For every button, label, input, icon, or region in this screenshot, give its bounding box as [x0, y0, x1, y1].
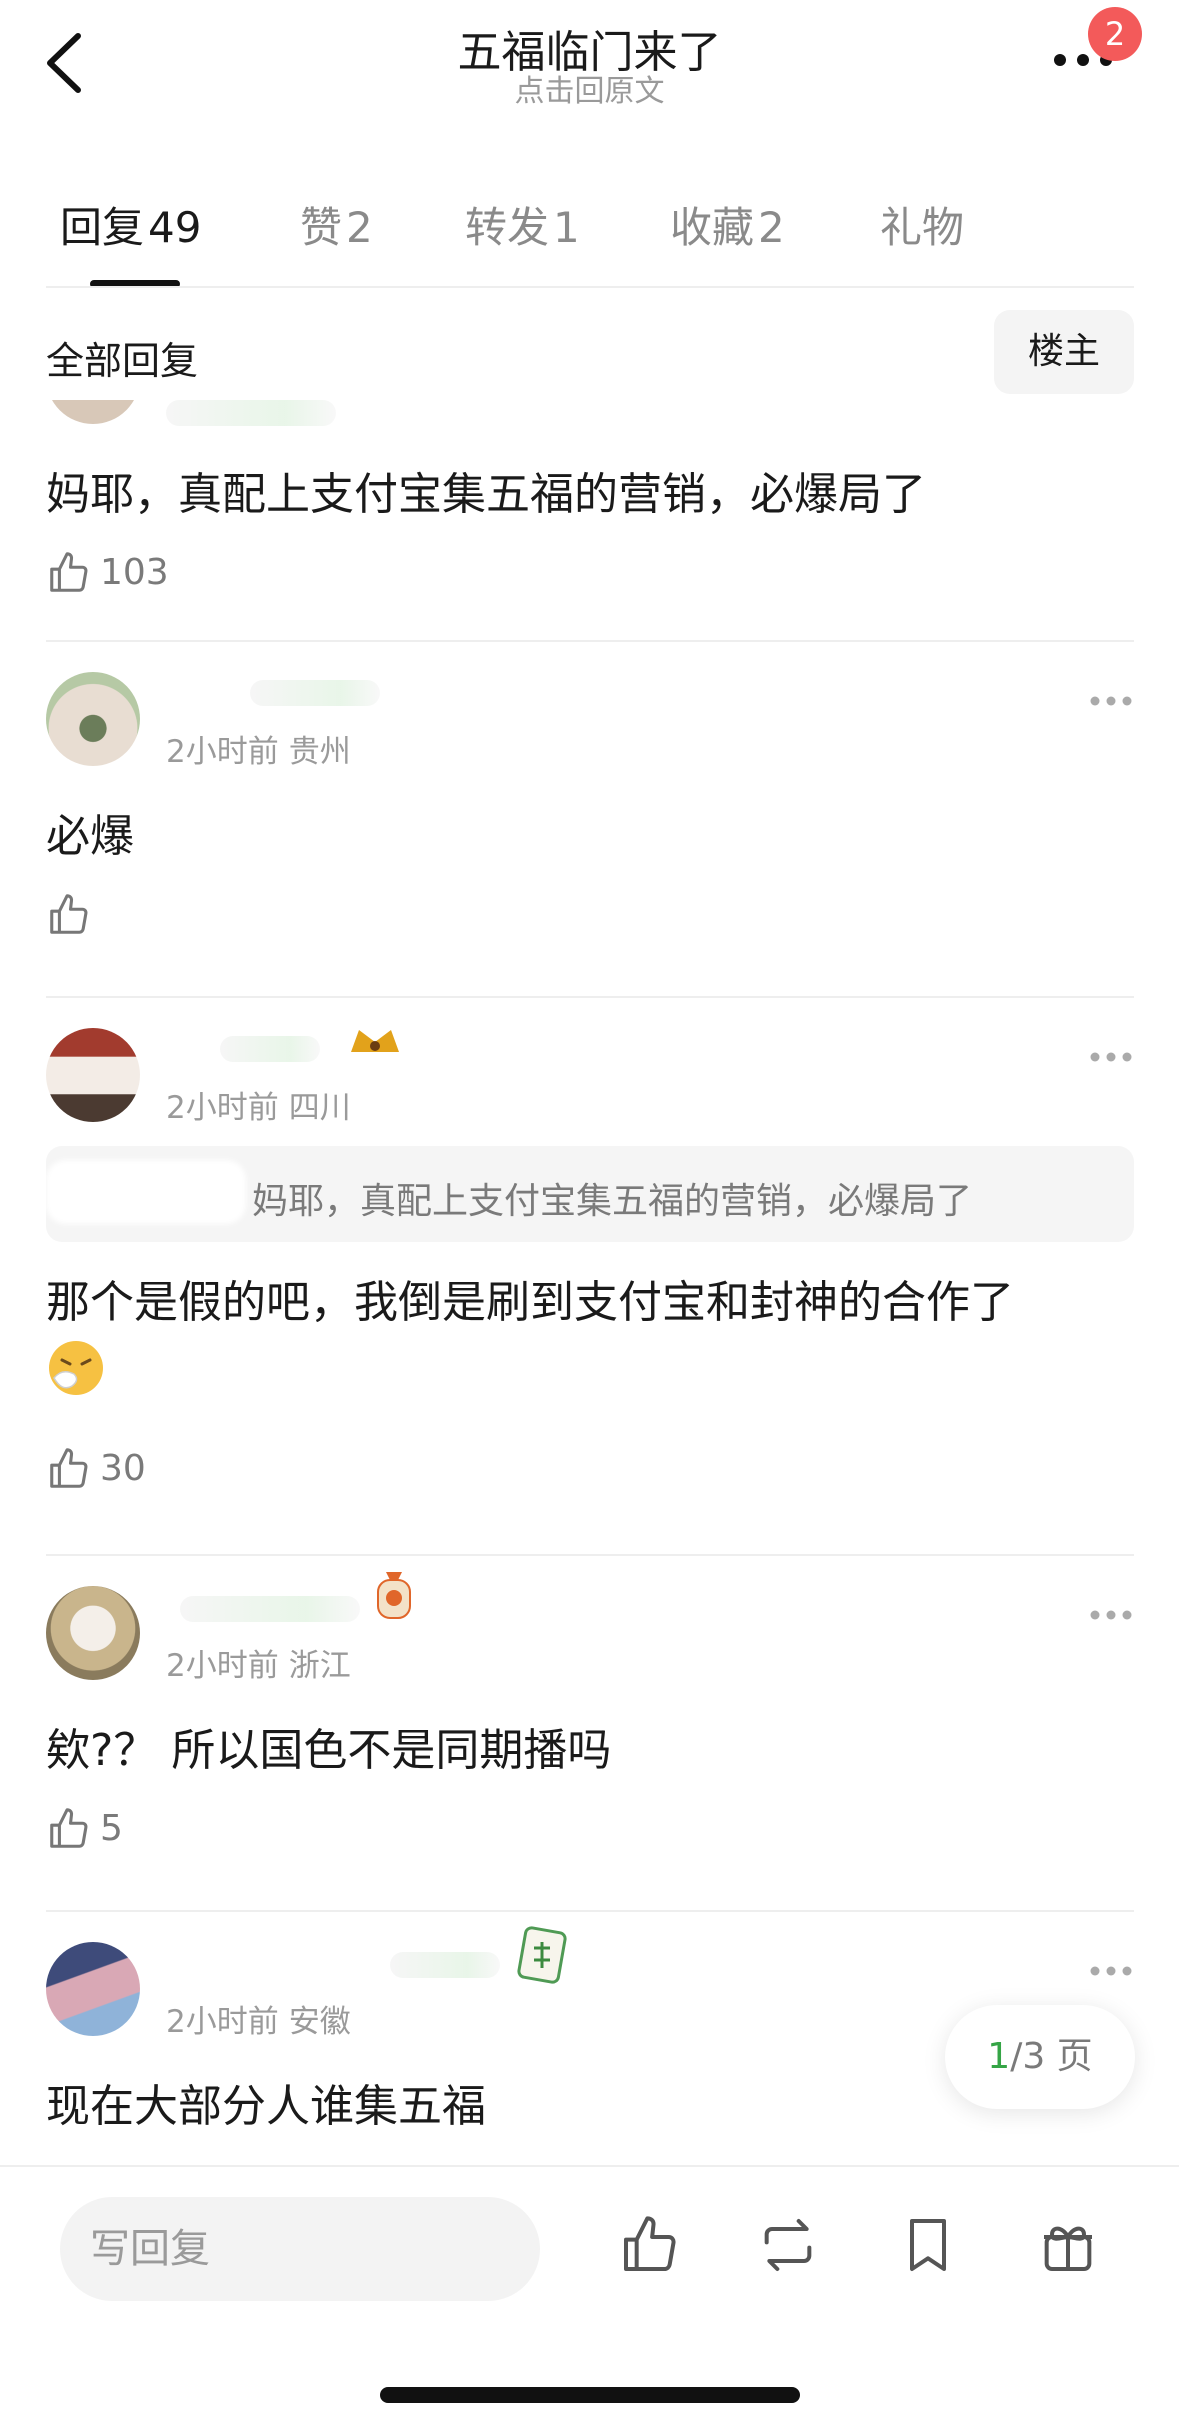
tab-count: 2	[346, 203, 373, 252]
back-to-original-link[interactable]: 点击回原文	[0, 66, 1179, 110]
tab-label: 赞	[300, 203, 343, 252]
repost-icon[interactable]	[756, 2213, 820, 2277]
avatar[interactable]	[46, 1586, 140, 1680]
crown-badge-icon	[351, 1030, 399, 1052]
tab-bar: 回复49 赞2 转发1 收藏2 礼物	[0, 180, 1179, 290]
tab-favorites[interactable]: 收藏2	[670, 194, 785, 255]
top-nav-bar: 五福临门来了 点击回原文 2	[0, 0, 1179, 140]
bookmark-icon[interactable]	[896, 2213, 960, 2277]
thumbs-up-icon	[50, 1808, 88, 1848]
owner-only-button[interactable]: 楼主	[994, 310, 1134, 394]
tab-gifts[interactable]: 礼物	[880, 194, 968, 255]
page-indicator[interactable]: 1/3 页	[945, 2005, 1135, 2109]
comment-location: 浙江	[288, 1648, 351, 1684]
tab-likes[interactable]: 赞2	[300, 194, 373, 255]
thumbs-up-icon	[50, 552, 88, 592]
filter-row: 全部回复 楼主	[0, 310, 1179, 400]
reply-input[interactable]	[60, 2197, 540, 2301]
username-blurred	[250, 680, 380, 706]
comment-more-icon[interactable]	[1088, 1964, 1134, 1978]
avatar[interactable]	[46, 1942, 140, 2036]
tab-label: 转发	[465, 203, 550, 252]
total-pages: /3 页	[1010, 2036, 1093, 2077]
comment-meta: 2小时前 安徽	[166, 1996, 351, 2041]
notification-badge: 2	[1088, 7, 1142, 61]
comment-feed[interactable]: 妈耶，真配上支付宝集五福的营销，必爆局了 103 2小时前 贵州 必爆 2小时前四…	[0, 400, 1179, 2165]
thumbs-up-icon	[50, 894, 88, 934]
tab-label: 收藏	[670, 203, 755, 252]
bottom-action-bar	[0, 2165, 1179, 2418]
thumbs-up-icon	[50, 1448, 88, 1488]
comment-text: 欸?？ 所以国色不是同期播吗	[46, 1725, 612, 1776]
comment-more-icon[interactable]	[1088, 1050, 1134, 1064]
comment-meta: 2小时前 四川	[166, 1082, 351, 1127]
like-post-icon[interactable]	[618, 2213, 682, 2277]
tab-reposts[interactable]: 转发1	[465, 194, 580, 255]
gift-icon[interactable]	[1036, 2213, 1100, 2277]
tab-count: 1	[553, 203, 580, 252]
tab-count: 2	[758, 203, 785, 252]
username-blurred	[390, 1952, 500, 1978]
comment-item: 妈耶，真配上支付宝集五福的营销，必爆局了 103	[0, 400, 1179, 640]
comment-text: 现在大部分人谁集五福	[46, 2081, 486, 2132]
comment-meta: 2小时前 浙江	[166, 1640, 351, 1685]
comment-text: 妈耶，真配上支付宝集五福的营销，必爆局了	[46, 469, 926, 520]
tab-label: 礼物	[880, 203, 965, 252]
like-button[interactable]: 103	[46, 548, 186, 598]
like-count: 5	[100, 1808, 123, 1849]
username-blurred	[220, 1036, 320, 1062]
comment-location: 四川	[288, 1090, 351, 1126]
quoted-text: 妈耶，真配上支付宝集五福的营销，必爆局了	[252, 1181, 973, 1222]
comment-more-icon[interactable]	[1088, 1608, 1134, 1622]
current-page: 1	[987, 2036, 1011, 2077]
lucky-bag-badge-icon	[377, 1572, 411, 1619]
tab-label: 回复	[60, 203, 145, 252]
comment-more-icon[interactable]	[1088, 694, 1134, 708]
comment-time: 2小时前	[166, 734, 279, 770]
tabs-divider	[46, 286, 1134, 288]
quoted-reply[interactable]: 妈耶，真配上支付宝集五福的营销，必爆局了	[46, 1146, 1134, 1242]
like-button[interactable]	[46, 890, 106, 940]
comment-time: 2小时前	[166, 2004, 279, 2040]
username-blurred	[166, 400, 336, 426]
comment-item: 2小时前 四川 妈耶，真配上支付宝集五福的营销，必爆局了 那个是假的吧，我倒是刷到…	[0, 998, 1179, 1554]
all-replies-label: 全部回复	[46, 339, 199, 383]
comment-text: 必爆	[46, 811, 134, 862]
comment-item: 2小时前 贵州 必爆	[0, 642, 1179, 996]
comment-item: 2小时前 浙江 欸?？ 所以国色不是同期播吗 5	[0, 1556, 1179, 1910]
tab-replies[interactable]: 回复49	[60, 194, 201, 255]
comment-time: 2小时前	[166, 1090, 279, 1126]
comment-location: 安徽	[288, 2004, 351, 2040]
home-indicator	[380, 2387, 800, 2403]
like-button[interactable]: 30	[46, 1444, 186, 1494]
avatar[interactable]	[46, 1028, 140, 1122]
quoted-username-blurred	[46, 1160, 246, 1224]
username-blurred	[180, 1596, 360, 1622]
like-button[interactable]: 5	[46, 1804, 146, 1854]
sneeze-emoji-icon	[49, 1341, 103, 1395]
avatar[interactable]	[46, 672, 140, 766]
comment-time: 2小时前	[166, 1648, 279, 1684]
like-count: 30	[100, 1448, 146, 1489]
tab-count: 49	[148, 203, 202, 252]
like-count: 103	[100, 552, 169, 593]
comment-location: 贵州	[288, 734, 351, 770]
mahjong-tile-badge-icon	[517, 1926, 567, 1984]
avatar[interactable]	[46, 400, 140, 424]
comment-text: 那个是假的吧，我倒是刷到支付宝和封神的合作了	[46, 1277, 1014, 1328]
comment-meta: 2小时前 贵州	[166, 726, 351, 771]
